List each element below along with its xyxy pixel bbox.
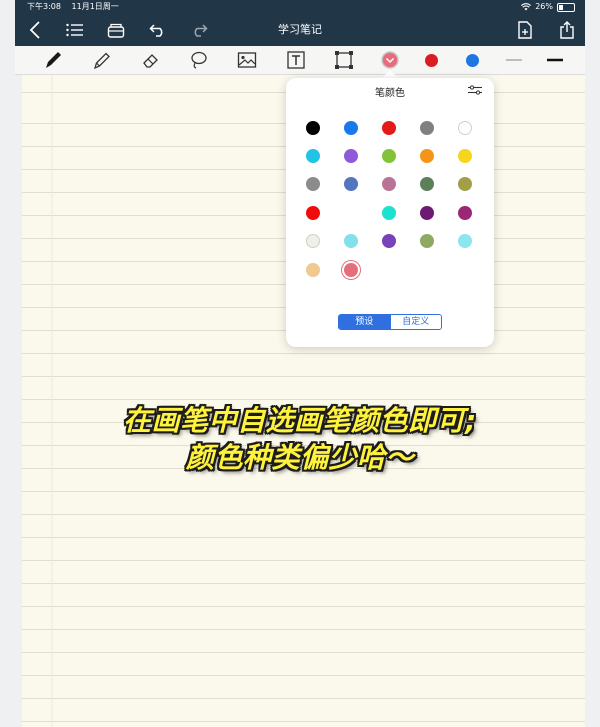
- caption-line-2: 颜色种类偏少哈～: [185, 441, 414, 474]
- color-swatch[interactable]: [306, 206, 320, 220]
- color-swatch[interactable]: [306, 177, 320, 191]
- pen-color-popover: 笔颜色 预设 自定义: [286, 78, 494, 347]
- preset-tab[interactable]: 预设: [339, 315, 390, 329]
- add-page-icon[interactable]: [515, 20, 535, 40]
- color-swatch[interactable]: [382, 177, 396, 191]
- image-icon[interactable]: [237, 50, 257, 70]
- color-swatch[interactable]: [458, 206, 472, 220]
- color-swatch[interactable]: [306, 149, 320, 163]
- pencil-icon[interactable]: [92, 50, 112, 70]
- color-swatch[interactable]: [458, 234, 472, 248]
- notebook-title: 学习笔记: [278, 23, 322, 36]
- caption-line-1: 在画笔中自选画笔颜色即可;: [123, 404, 477, 437]
- color-swatch[interactable]: [420, 234, 434, 248]
- color-swatch[interactable]: [306, 234, 320, 248]
- color-swatch[interactable]: [420, 177, 434, 191]
- drawing-toolbar: [15, 46, 585, 75]
- color-swatch[interactable]: [458, 177, 472, 191]
- eraser-icon[interactable]: [141, 50, 161, 70]
- color-picker-icon[interactable]: [380, 50, 400, 70]
- text-box-icon[interactable]: [286, 50, 306, 70]
- color-swatch[interactable]: [382, 234, 396, 248]
- thick-stroke-icon[interactable]: [545, 50, 565, 70]
- color-swatch[interactable]: [306, 263, 320, 277]
- color-swatch[interactable]: [458, 149, 472, 163]
- red-color-swatch[interactable]: [425, 54, 438, 67]
- color-swatch[interactable]: [344, 149, 358, 163]
- status-date: 11月1日周一: [71, 2, 119, 11]
- lasso-icon[interactable]: [189, 50, 209, 70]
- device-screen: 下午3:08 11月1日周一 26% 学习笔记 笔颜色 预设 自定义: [15, 0, 585, 727]
- color-swatch[interactable]: [382, 149, 396, 163]
- thin-stroke-icon[interactable]: [504, 50, 524, 70]
- shape-icon[interactable]: [334, 50, 354, 70]
- color-swatch[interactable]: [344, 121, 358, 135]
- blue-color-swatch[interactable]: [466, 54, 479, 67]
- wifi-icon: [521, 3, 532, 11]
- nav-bar: 学习笔记: [15, 14, 585, 46]
- status-time: 下午3:08: [27, 2, 61, 11]
- adjust-settings-icon[interactable]: [468, 85, 482, 95]
- color-swatch[interactable]: [306, 121, 320, 135]
- color-swatch[interactable]: [420, 206, 434, 220]
- color-swatch[interactable]: [382, 121, 396, 135]
- color-swatch[interactable]: [420, 149, 434, 163]
- custom-tab[interactable]: 自定义: [389, 315, 441, 329]
- color-swatch[interactable]: [344, 263, 358, 277]
- color-swatch[interactable]: [420, 121, 434, 135]
- battery-percent: 26%: [535, 2, 553, 11]
- color-swatch[interactable]: [344, 177, 358, 191]
- color-swatch[interactable]: [458, 121, 472, 135]
- color-swatch[interactable]: [382, 206, 396, 220]
- palette-mode-toggle: 预设 自定义: [338, 314, 442, 330]
- popover-title: 笔颜色: [375, 88, 405, 99]
- share-icon[interactable]: [557, 20, 577, 40]
- status-bar: 下午3:08 11月1日周一 26%: [15, 0, 585, 14]
- battery-icon: [557, 2, 575, 12]
- color-swatch[interactable]: [344, 234, 358, 248]
- fountain-pen-icon[interactable]: [43, 50, 63, 70]
